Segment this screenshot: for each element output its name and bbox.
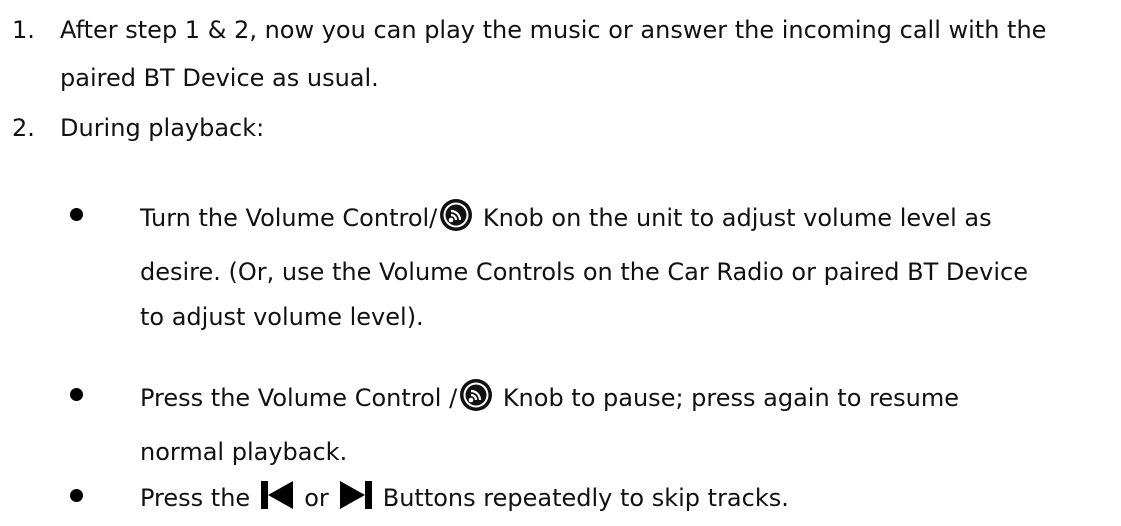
bullet3-line1: Press the or Buttons repeatedly to skip …: [140, 480, 789, 513]
bullet-dot: [70, 208, 83, 221]
bullet2-line2: normal playback.: [140, 438, 348, 466]
bullet1-line3: to adjust volume level).: [140, 303, 424, 331]
bullet1-line2: desire. (Or, use the Volume Controls on …: [140, 258, 1028, 286]
previous-track-icon: [260, 480, 294, 510]
bullet-dot: [70, 388, 83, 401]
item1-line2: paired BT Device as usual.: [60, 64, 379, 92]
bullet2-text-b: Knob to pause; press again to resume: [502, 384, 959, 412]
bullet3-text-b: Buttons repeatedly to skip tracks.: [382, 484, 789, 512]
item2-title: During playback:: [60, 114, 265, 142]
bullet1-text-a: Turn the Volume Control/: [140, 204, 438, 232]
next-track-icon: [339, 480, 373, 510]
list-number-2: 2.: [12, 114, 35, 142]
bullet-dot: [70, 489, 83, 502]
bullet2-line1: Press the Volume Control / Knob to pause…: [140, 378, 959, 413]
bullet1-line1: Turn the Volume Control/ Knob on the uni…: [140, 198, 992, 233]
bullet1-text-b: Knob on the unit to adjust volume level …: [482, 204, 992, 232]
volume-knob-icon: [459, 378, 493, 412]
list-number-1: 1.: [12, 16, 35, 44]
bullet3-text-or: or: [304, 484, 329, 512]
volume-knob-icon: [439, 198, 473, 232]
bullet2-text-a: Press the Volume Control /: [140, 384, 458, 412]
item1-line1: After step 1 & 2, now you can play the m…: [60, 16, 1047, 44]
bullet3-text-a: Press the: [140, 484, 251, 512]
